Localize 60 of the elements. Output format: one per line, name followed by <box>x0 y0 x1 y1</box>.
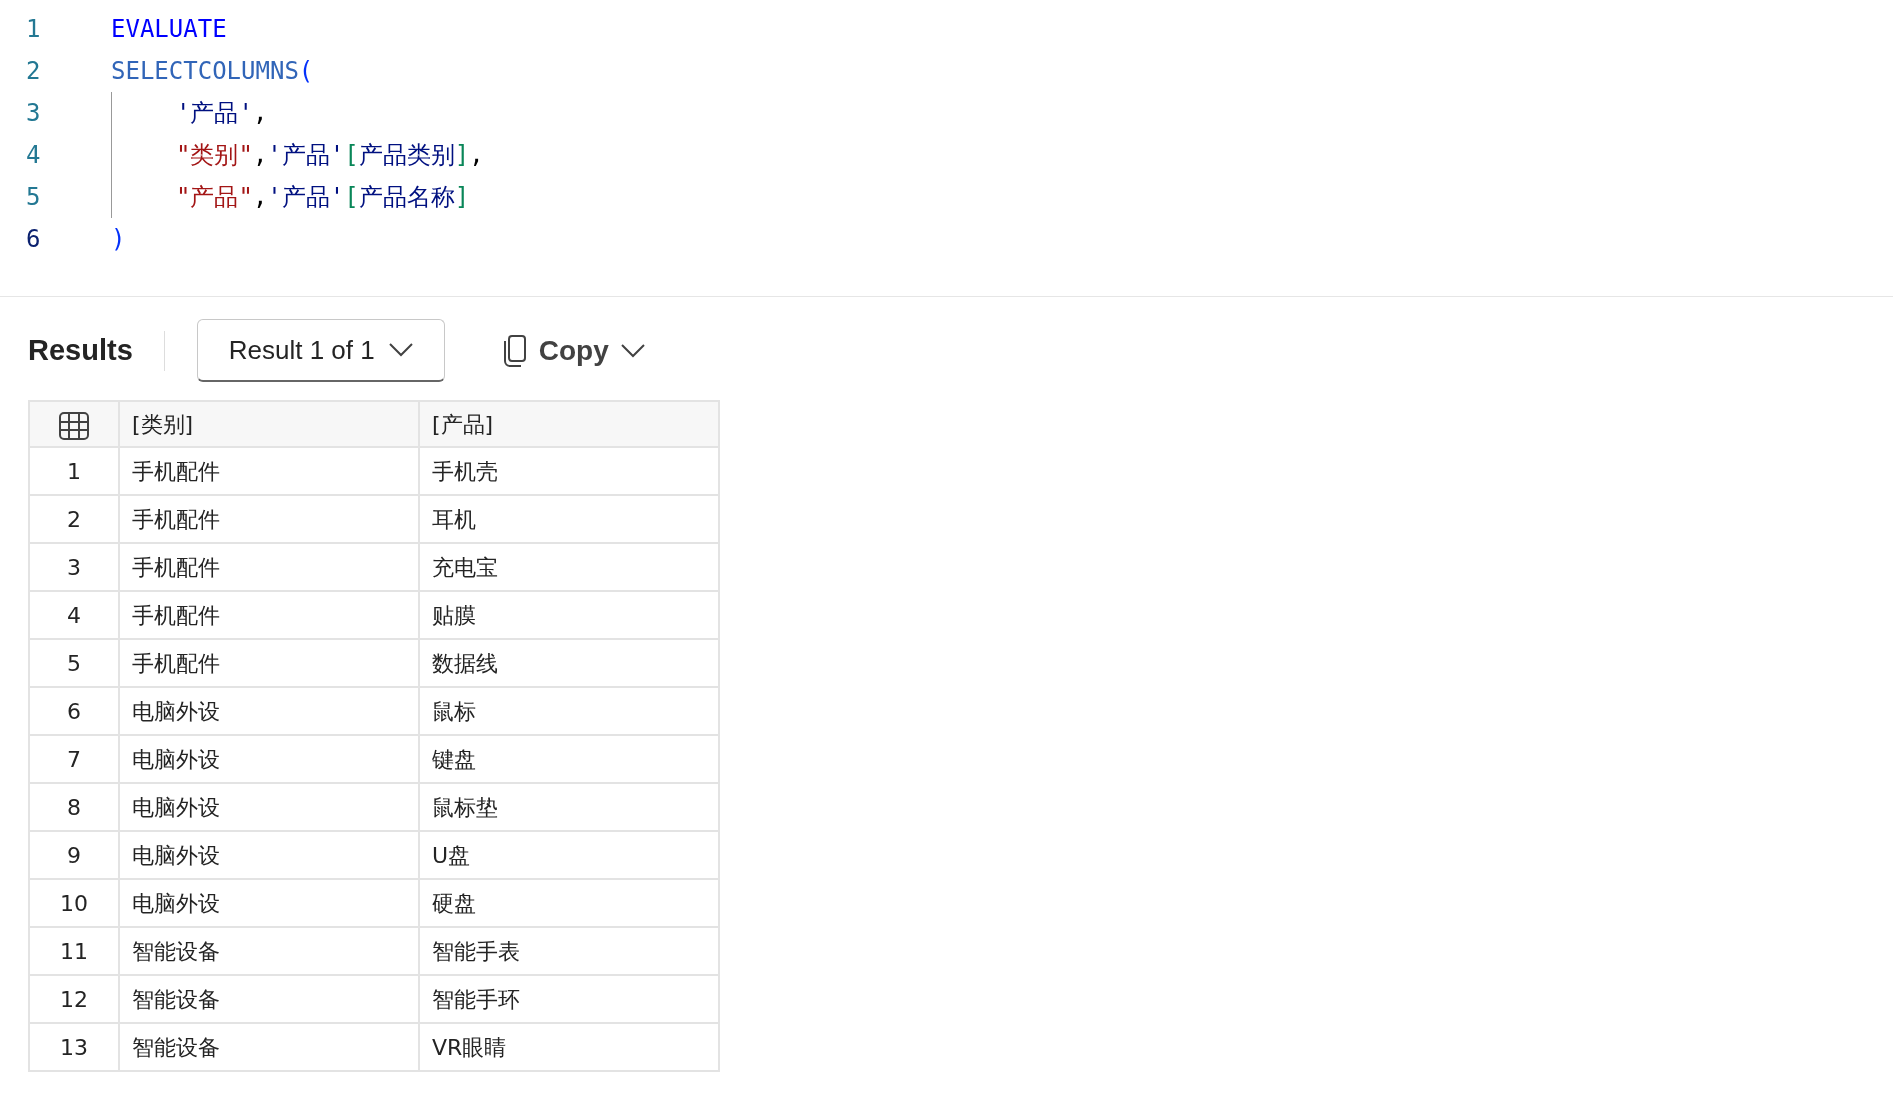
table-cell: 智能手表 <box>419 927 719 975</box>
line-number: 6 <box>25 224 42 255</box>
table-cell: VR眼睛 <box>419 1023 719 1071</box>
row-number: 13 <box>29 1023 119 1071</box>
table-cell: 电脑外设 <box>119 687 419 735</box>
line-number: 5 <box>25 182 42 213</box>
copy-icon <box>502 334 527 367</box>
row-number: 3 <box>29 543 119 591</box>
table-cell: 电脑外设 <box>119 735 419 783</box>
row-number: 11 <box>29 927 119 975</box>
table-cell: 电脑外设 <box>119 879 419 927</box>
code-line: "产品",'产品'[产品名称] <box>111 176 470 218</box>
line-number: 2 <box>25 56 42 87</box>
table-cell: 智能设备 <box>119 927 419 975</box>
table-cell: U盘 <box>419 831 719 879</box>
table-cell: 鼠标垫 <box>419 783 719 831</box>
row-number: 2 <box>29 495 119 543</box>
column-header: [类别] <box>119 401 419 447</box>
table-cell: 智能设备 <box>119 1023 419 1071</box>
table-cell: 手机配件 <box>119 543 419 591</box>
table-cell: 充电宝 <box>419 543 719 591</box>
row-number: 8 <box>29 783 119 831</box>
row-number: 12 <box>29 975 119 1023</box>
chevron-down-icon <box>388 343 413 357</box>
row-number: 5 <box>29 639 119 687</box>
table-cell: 鼠标 <box>419 687 719 735</box>
line-number: 3 <box>25 98 42 129</box>
code-line: "类别",'产品'[产品类别], <box>111 134 484 176</box>
results-title: Results <box>28 332 133 368</box>
table-grid-icon <box>59 411 89 440</box>
chevron-down-icon <box>620 343 645 358</box>
table-cell: 耳机 <box>419 495 719 543</box>
table-cell: 贴膜 <box>419 591 719 639</box>
table-cell: 手机配件 <box>119 591 419 639</box>
table-cell: 手机配件 <box>119 495 419 543</box>
column-header: [产品] <box>419 401 719 447</box>
table-cell: 硬盘 <box>419 879 719 927</box>
table-cell: 智能设备 <box>119 975 419 1023</box>
code-line: '产品', <box>111 92 268 134</box>
row-number: 6 <box>29 687 119 735</box>
line-number: 1 <box>25 14 42 45</box>
line-number: 4 <box>25 140 42 171</box>
table-cell: 智能手环 <box>419 975 719 1023</box>
table-cell: 数据线 <box>419 639 719 687</box>
row-number: 7 <box>29 735 119 783</box>
table-cell: 手机配件 <box>119 639 419 687</box>
row-number: 10 <box>29 879 119 927</box>
row-number: 4 <box>29 591 119 639</box>
row-number: 1 <box>29 447 119 495</box>
table-cell: 电脑外设 <box>119 831 419 879</box>
code-line: ) <box>111 224 126 255</box>
code-line: SELECTCOLUMNS( <box>111 56 314 87</box>
copy-button[interactable]: Copy <box>496 328 651 373</box>
table-cell: 手机配件 <box>119 447 419 495</box>
row-number: 9 <box>29 831 119 879</box>
table-cell: 电脑外设 <box>119 783 419 831</box>
code-line: EVALUATE <box>111 14 227 45</box>
table-cell: 手机壳 <box>419 447 719 495</box>
table-cell: 键盘 <box>419 735 719 783</box>
result-dropdown[interactable]: Result 1 of 1 <box>196 319 445 382</box>
